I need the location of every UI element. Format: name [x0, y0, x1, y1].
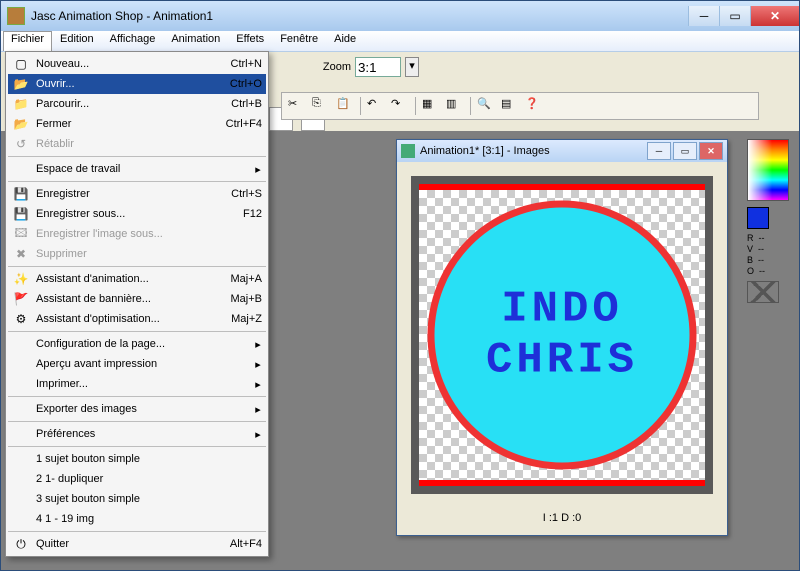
menu-window[interactable]: Fenêtre: [272, 31, 326, 51]
doc-minimize-button[interactable]: ─: [647, 142, 671, 160]
frame-tool2-icon[interactable]: ▥: [446, 97, 464, 115]
menu-wizard-optimize[interactable]: ⚙ Assistant d'optimisation... Maj+Z: [8, 309, 266, 329]
menu-recent-4[interactable]: 4 1 - 19 img: [8, 509, 266, 529]
menu-browse[interactable]: 📁 Parcourir... Ctrl+B: [8, 94, 266, 114]
doc-icon: [401, 144, 415, 158]
secondary-toolbar: ✂ ⎘ 📋 ↶ ↷ ▦ ▥ 🔍 ▤ ❓: [281, 92, 759, 120]
menu-wizard-animation[interactable]: ✨ Assistant d'animation... Maj+A: [8, 269, 266, 289]
menu-workspace[interactable]: Espace de travail ▸: [8, 159, 266, 179]
search-icon[interactable]: 🔍: [477, 97, 495, 115]
maximize-button[interactable]: ▭: [719, 6, 750, 26]
menu-recent-3[interactable]: 3 sujet bouton simple: [8, 489, 266, 509]
menu-recent-2[interactable]: 2 1- dupliquer: [8, 469, 266, 489]
submenu-arrow-icon: ▸: [254, 163, 262, 176]
app-icon: [7, 7, 25, 25]
menu-quit[interactable]: ⏻ Quitter Alt+F4: [8, 534, 266, 554]
file-dropdown: ▢ Nouveau... Ctrl+N 📂 Ouvrir... Ctrl+O 📁…: [5, 51, 269, 557]
artwork-circle: INDO CHRIS: [428, 201, 697, 470]
redo-icon[interactable]: ↷: [391, 97, 409, 115]
frame-tool-icon[interactable]: ▦: [422, 97, 440, 115]
canvas-checker[interactable]: INDO CHRIS: [419, 190, 705, 480]
save-icon: 💾: [12, 186, 30, 202]
doc-title: Animation1* [3:1] - Images: [420, 145, 550, 157]
browse-icon: 📁: [12, 96, 30, 112]
open-folder-icon: 📂: [12, 76, 30, 92]
frame-border: INDO CHRIS: [411, 176, 713, 494]
menu-anim[interactable]: Animation: [163, 31, 228, 51]
menu-help[interactable]: Aide: [326, 31, 364, 51]
doc-maximize-button[interactable]: ▭: [673, 142, 697, 160]
menu-recent-1[interactable]: 1 sujet bouton simple: [8, 449, 266, 469]
zoom-dropdown-button[interactable]: ▾: [405, 57, 419, 77]
menu-fx[interactable]: Effets: [228, 31, 272, 51]
save-as-icon: 💾: [12, 206, 30, 222]
close-button[interactable]: ✕: [750, 6, 799, 26]
copy-icon[interactable]: ⎘: [312, 97, 330, 115]
menu-preferences[interactable]: Préférences ▸: [8, 424, 266, 444]
colors-icon[interactable]: ▤: [501, 97, 519, 115]
window-title: Jasc Animation Shop - Animation1: [31, 9, 213, 23]
menu-open[interactable]: 📂 Ouvrir... Ctrl+O: [8, 74, 266, 94]
submenu-arrow-icon: ▸: [254, 338, 262, 351]
submenu-arrow-icon: ▸: [254, 358, 262, 371]
close-folder-icon: 📂: [12, 116, 30, 132]
cut-icon[interactable]: ✂: [288, 97, 306, 115]
menubar: Fichier Edition Affichage Animation Effe…: [1, 31, 799, 52]
save-image-icon: 🖾: [12, 226, 30, 242]
menu-file[interactable]: Fichier: [3, 31, 52, 51]
delete-icon: ✖: [12, 246, 30, 262]
menu-view[interactable]: Affichage: [102, 31, 164, 51]
quit-icon: ⏻: [12, 536, 30, 552]
menu-save-as[interactable]: 💾 Enregistrer sous... F12: [8, 204, 266, 224]
artwork-text-2: CHRIS: [486, 335, 638, 386]
document-window[interactable]: Animation1* [3:1] - Images ─ ▭ ✕ INDO CH…: [396, 139, 728, 536]
undo-icon[interactable]: ↶: [367, 97, 385, 115]
doc-close-button[interactable]: ✕: [699, 142, 723, 160]
submenu-arrow-icon: ▸: [254, 403, 262, 416]
artwork-text-1: INDO: [501, 284, 623, 335]
revert-icon: ↺: [12, 136, 30, 152]
foreground-swatch[interactable]: [747, 207, 769, 229]
help-pointer-icon[interactable]: ❓: [525, 97, 543, 115]
menu-edit[interactable]: Edition: [52, 31, 102, 51]
menu-save[interactable]: 💾 Enregistrer Ctrl+S: [8, 184, 266, 204]
menu-close[interactable]: 📂 Fermer Ctrl+F4: [8, 114, 266, 134]
wizard-anim-icon: ✨: [12, 271, 30, 287]
wizard-banner-icon: 🚩: [12, 291, 30, 307]
doc-status: I :1 D :0: [397, 508, 727, 528]
color-picker-gradient[interactable]: [747, 139, 789, 201]
no-color-swatch[interactable]: [747, 281, 779, 303]
menu-new[interactable]: ▢ Nouveau... Ctrl+N: [8, 54, 266, 74]
zoom-input[interactable]: [355, 57, 401, 77]
menu-print-preview[interactable]: Aperçu avant impression ▸: [8, 354, 266, 374]
menu-print[interactable]: Imprimer... ▸: [8, 374, 266, 394]
wizard-opt-icon: ⚙: [12, 311, 30, 327]
menu-page-setup[interactable]: Configuration de la page... ▸: [8, 334, 266, 354]
new-file-icon: ▢: [12, 56, 30, 72]
paste-icon[interactable]: 📋: [336, 97, 354, 115]
menu-revert: ↺ Rétablir: [8, 134, 266, 154]
menu-delete: ✖ Supprimer: [8, 244, 266, 264]
submenu-arrow-icon: ▸: [254, 378, 262, 391]
menu-wizard-banner[interactable]: 🚩 Assistant de bannière... Maj+B: [8, 289, 266, 309]
submenu-arrow-icon: ▸: [254, 428, 262, 441]
minimize-button[interactable]: ─: [688, 6, 719, 26]
menu-save-image-as: 🖾 Enregistrer l'image sous...: [8, 224, 266, 244]
rgb-readout: R -- V -- B -- O --: [747, 233, 791, 277]
zoom-label: Zoom: [323, 61, 351, 73]
menu-export-images[interactable]: Exporter des images ▸: [8, 399, 266, 419]
